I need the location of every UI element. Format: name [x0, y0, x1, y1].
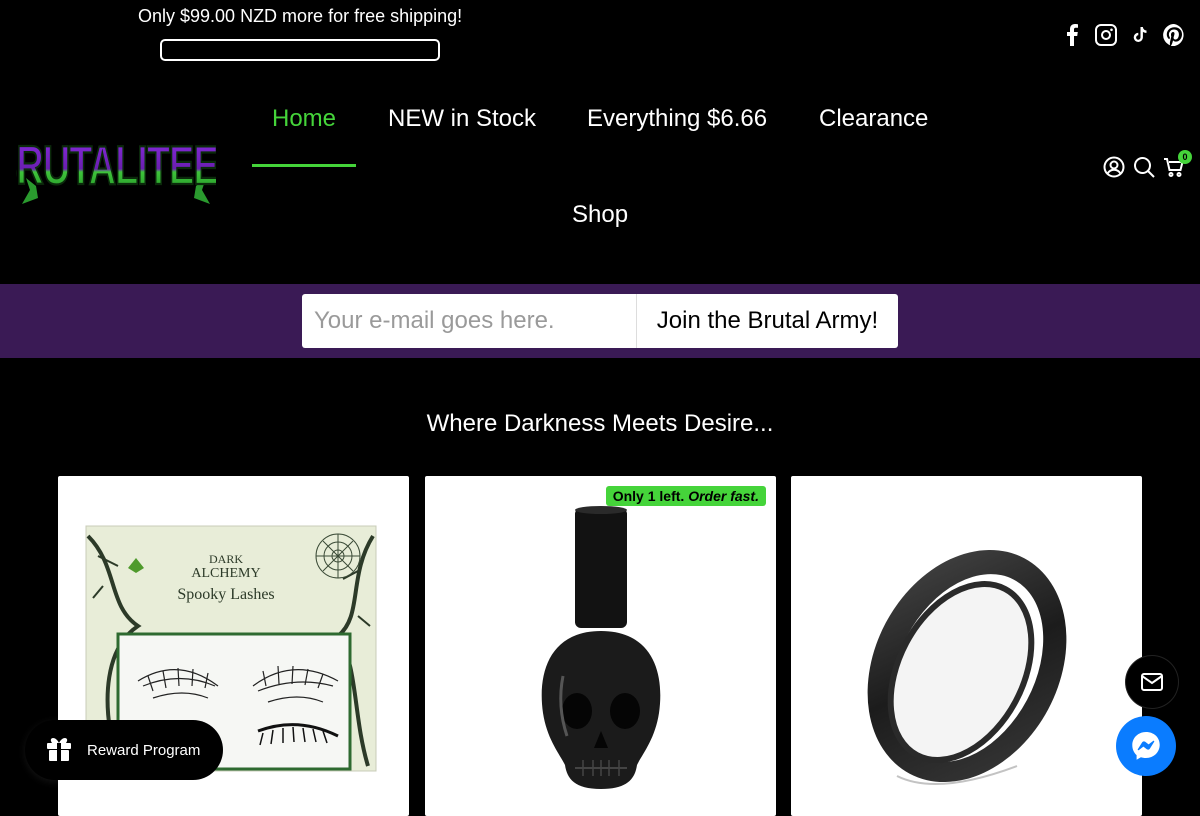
low-stock-badge: Only 1 left. Order fast.: [605, 486, 766, 506]
facebook-icon[interactable]: [1060, 22, 1084, 48]
reward-program-label: Reward Program: [87, 741, 201, 759]
instagram-icon[interactable]: [1094, 22, 1118, 48]
nav-clearance[interactable]: Clearance: [819, 105, 928, 133]
section-title: Where Darkness Meets Desire...: [426, 410, 774, 437]
lashes-box-brand-line2: ALCHEMY: [191, 566, 260, 581]
newsletter-band: Join the Brutal Army!: [0, 284, 1200, 358]
main-navigation: Home NEW in Stock Everything $6.66 Clear…: [0, 88, 1200, 258]
free-shipping-message: Only $99.00 NZD more for free shipping!: [138, 6, 463, 26]
cart-icon[interactable]: 0: [1162, 150, 1192, 180]
user-icon[interactable]: [1102, 154, 1126, 180]
lashes-box-title: Spooky Lashes: [177, 586, 274, 603]
active-nav-indicator: [252, 164, 356, 167]
product-image-black-ring: [867, 549, 1067, 785]
social-links: [1060, 22, 1186, 48]
email-input[interactable]: [302, 294, 637, 348]
cart-count-badge: 0: [1178, 150, 1192, 164]
nav-home[interactable]: Home: [272, 105, 336, 133]
product-card-black-ring[interactable]: [791, 476, 1142, 816]
free-shipping-progress-bar: [160, 39, 440, 61]
product-card-skull-nail-polish[interactable]: Only 1 left. Order fast.: [425, 476, 776, 816]
search-icon[interactable]: [1132, 154, 1156, 180]
header-actions: 0: [1102, 150, 1192, 180]
newsletter-form: Join the Brutal Army!: [302, 294, 898, 348]
tiktok-icon[interactable]: [1128, 22, 1152, 48]
mail-icon[interactable]: [1126, 656, 1178, 708]
messenger-icon[interactable]: [1116, 716, 1176, 776]
gift-icon: [45, 734, 73, 767]
product-image-skull-nail-polish: [541, 506, 661, 789]
nav-new-in-stock[interactable]: NEW in Stock: [388, 105, 536, 133]
join-button[interactable]: Join the Brutal Army!: [637, 294, 898, 348]
pinterest-icon[interactable]: [1162, 22, 1186, 48]
lashes-box-brand-line1: DARK: [209, 552, 243, 566]
nav-everything-666[interactable]: Everything $6.66: [587, 105, 767, 133]
reward-program-launcher[interactable]: Reward Program: [25, 720, 223, 780]
nav-shop[interactable]: Shop: [572, 201, 628, 229]
